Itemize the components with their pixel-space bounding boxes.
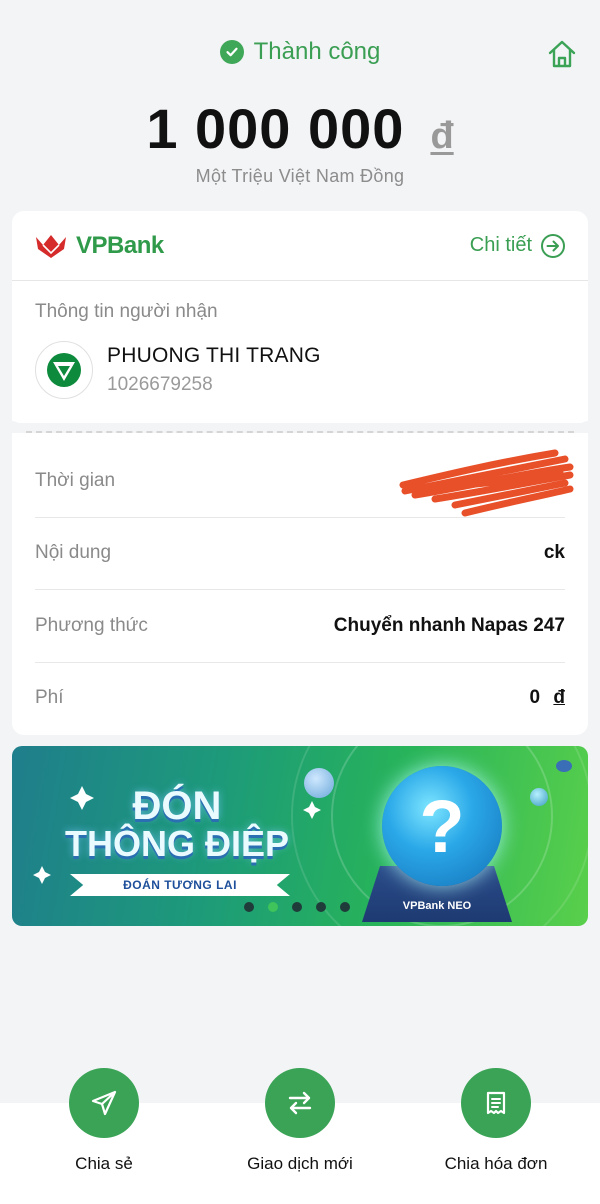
vpbank-emblem-icon xyxy=(36,234,66,258)
amount-in-words: Một Triệu Việt Nam Đồng xyxy=(195,166,405,186)
question-mark-icon: ? xyxy=(419,784,465,868)
receipt-card-details: Thời gian Nội dung ck Phương thức Chuyển… xyxy=(12,433,588,735)
row-time: Thời gian xyxy=(35,445,574,517)
banner-title: ĐÓN THÔNG ĐIỆP xyxy=(52,786,302,862)
status-text: Thành công xyxy=(253,38,381,65)
status-row: Thành công xyxy=(0,38,600,66)
banner-title-line1: ĐÓN xyxy=(132,784,222,828)
banner-brand: VPBank NEO xyxy=(402,900,472,912)
time-label: Thời gian xyxy=(35,470,116,491)
recipient-label: Thông tin người nhận xyxy=(35,301,218,322)
vietcombank-logo-icon xyxy=(47,353,81,387)
new-transaction-circle[interactable] xyxy=(265,1068,335,1138)
recipient-name: PHUONG THI TRANG xyxy=(107,344,321,367)
split-bill-circle[interactable] xyxy=(461,1068,531,1138)
fee-value: 0 đ xyxy=(530,687,565,709)
method-label: Phương thức xyxy=(35,615,148,636)
redaction-scribble xyxy=(399,449,574,517)
pagination-dot-active[interactable] xyxy=(268,902,278,912)
promo-banner[interactable]: ĐÓN THÔNG ĐIỆP ĐOÁN TƯƠNG LAI VPBank NEO… xyxy=(12,746,588,926)
swap-icon xyxy=(288,1091,312,1115)
vpbank-logo: VPBank xyxy=(34,232,164,260)
arrow-right-circle-icon xyxy=(541,233,565,258)
banner-ribbon: ĐOÁN TƯƠNG LAI xyxy=(70,874,290,896)
receipt-card-top: VPBank Chi tiết Thông tin người nhận PHU… xyxy=(12,211,588,423)
bill-icon xyxy=(486,1091,506,1115)
home-icon[interactable] xyxy=(546,38,578,70)
banner-pagination xyxy=(244,902,350,912)
new-transaction-button[interactable]: Giao dịch mới xyxy=(210,1068,390,1174)
question-orb: ? xyxy=(382,766,502,886)
bank-name: VPBank xyxy=(76,231,164,259)
row-content: Nội dung ck xyxy=(35,517,565,589)
planet-decoration xyxy=(530,788,548,806)
row-fee: Phí 0 đ xyxy=(35,662,565,734)
recipient-info: PHUONG THI TRANG 1026679258 xyxy=(35,341,321,399)
share-button[interactable]: Chia sẻ xyxy=(14,1068,194,1174)
banner-title-line2: THÔNG ĐIỆP xyxy=(64,823,289,864)
header: Thành công xyxy=(0,0,600,110)
amount-currency: đ xyxy=(430,115,454,157)
pagination-dot[interactable] xyxy=(340,902,350,912)
new-transaction-label: Giao dịch mới xyxy=(247,1154,353,1173)
check-circle-icon xyxy=(219,40,244,64)
pagination-dot[interactable] xyxy=(316,902,326,912)
content-value: ck xyxy=(543,542,565,563)
planet-decoration xyxy=(556,760,572,772)
fee-currency: đ xyxy=(553,687,565,708)
planet-decoration xyxy=(304,768,334,798)
content-label: Nội dung xyxy=(35,542,112,563)
recipient-account: 1026679258 xyxy=(107,374,213,395)
amount-value: 1 000 000 xyxy=(146,97,405,160)
detail-link-label: Chi tiết xyxy=(469,234,532,256)
row-method: Phương thức Chuyển nhanh Napas 247 xyxy=(35,590,565,662)
split-bill-label: Chia hóa đơn xyxy=(444,1154,548,1173)
recipient-bank-avatar xyxy=(35,341,93,399)
pagination-dot[interactable] xyxy=(244,902,254,912)
share-label: Chia sẻ xyxy=(75,1154,133,1173)
detail-link[interactable]: Chi tiết xyxy=(470,233,566,259)
share-button-circle[interactable] xyxy=(69,1068,139,1138)
fee-amount: 0 xyxy=(529,687,541,708)
bank-row: VPBank Chi tiết xyxy=(12,211,588,281)
method-value: Chuyển nhanh Napas 247 xyxy=(333,615,565,636)
send-icon xyxy=(91,1090,117,1116)
fee-label: Phí xyxy=(35,687,64,708)
split-bill-button[interactable]: Chia hóa đơn xyxy=(406,1068,586,1174)
amount-row: 1 000 000 đ xyxy=(0,96,600,161)
pagination-dot[interactable] xyxy=(292,902,302,912)
